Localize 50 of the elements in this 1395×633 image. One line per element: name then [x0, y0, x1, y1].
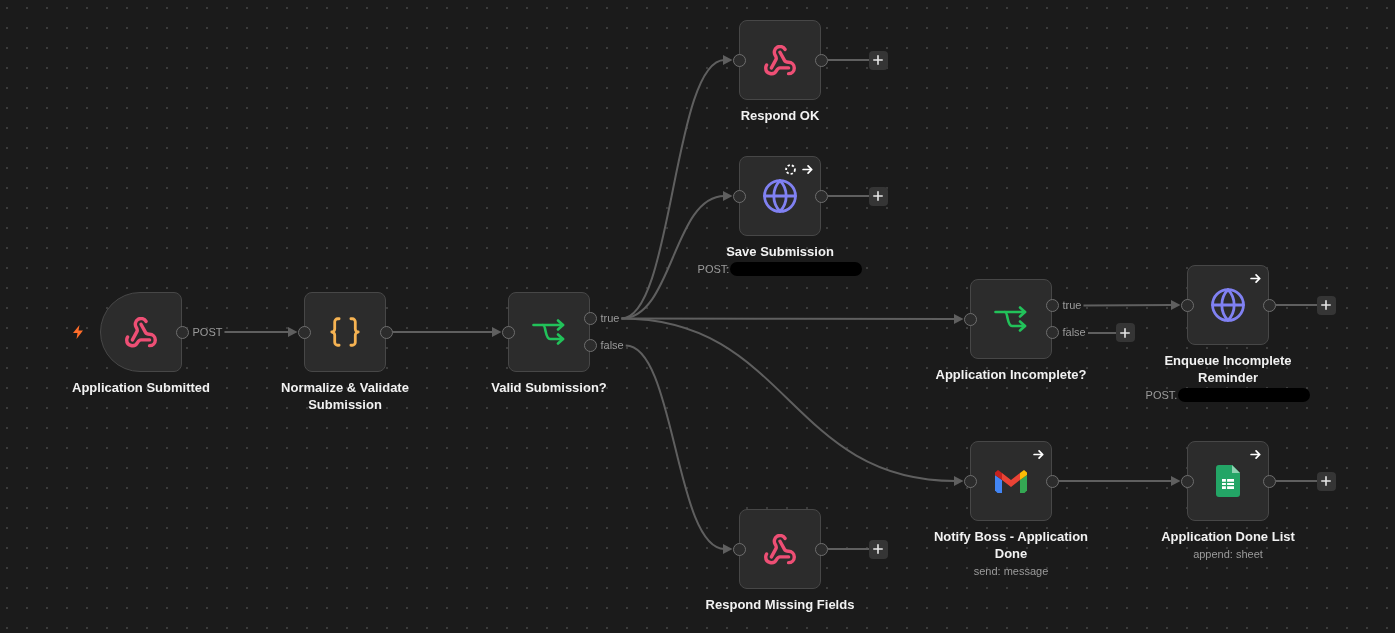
- node-title: Application Submitted: [72, 379, 210, 396]
- connection-line: [827, 195, 869, 197]
- node-title: Valid Submission?: [491, 379, 607, 396]
- node-subtitle: POST:: [697, 262, 730, 276]
- workflow-node[interactable]: [739, 20, 821, 100]
- workflow-node[interactable]: [1187, 441, 1269, 521]
- workflow-node[interactable]: [970, 279, 1052, 359]
- node-title: Respond OK: [740, 107, 820, 124]
- node-title: Application Done List: [1161, 528, 1295, 545]
- plus-icon: [873, 544, 883, 554]
- webhook-icon: [764, 533, 796, 565]
- workflow-node[interactable]: [739, 509, 821, 589]
- webhook-icon: [764, 44, 796, 76]
- node-title: Notify Boss - Application Done: [932, 528, 1090, 562]
- node-title: Enqueue Incomplete Reminder: [1163, 352, 1293, 386]
- connection-line: [827, 548, 869, 550]
- output-label: false: [600, 339, 624, 352]
- connection-line: [827, 59, 869, 61]
- plus-icon: [1120, 327, 1131, 338]
- branch-arrows-icon: [532, 319, 566, 345]
- workflow-node[interactable]: [739, 156, 821, 236]
- connection-line: [1275, 304, 1317, 306]
- plus-icon: [873, 55, 883, 65]
- node-subtitle: append: sheet: [1193, 547, 1263, 561]
- node-title: Respond Missing Fields: [705, 596, 855, 613]
- node-subtitle: POST.: [1145, 388, 1178, 402]
- spreadsheet-icon: [1216, 465, 1240, 497]
- node-title: Normalize & Validate Submission: [280, 379, 410, 413]
- workflow-node[interactable]: [1187, 265, 1269, 345]
- node-title: Save Submission: [726, 243, 834, 260]
- plus-icon: [1321, 300, 1331, 310]
- branch-arrows-icon: [994, 306, 1028, 332]
- workflow-node[interactable]: [304, 292, 386, 372]
- braces-icon: [330, 316, 360, 348]
- connection-line: [1275, 480, 1317, 482]
- node-title: Application Incomplete?: [935, 366, 1087, 383]
- workflow-node[interactable]: [970, 441, 1052, 521]
- output-label: true: [600, 312, 620, 325]
- plus-icon: [1321, 476, 1331, 486]
- webhook-icon: [125, 316, 157, 348]
- connection-line: [1087, 331, 1116, 334]
- output-label: false: [1062, 326, 1086, 339]
- output-label: POST: [192, 325, 223, 339]
- globe-icon: [1211, 288, 1245, 322]
- workflow-node[interactable]: [508, 292, 590, 372]
- mail-m-icon: [995, 469, 1027, 493]
- node-subtitle: send: message: [973, 564, 1049, 578]
- output-label: true: [1062, 299, 1082, 312]
- globe-icon: [763, 179, 797, 213]
- plus-icon: [873, 191, 883, 201]
